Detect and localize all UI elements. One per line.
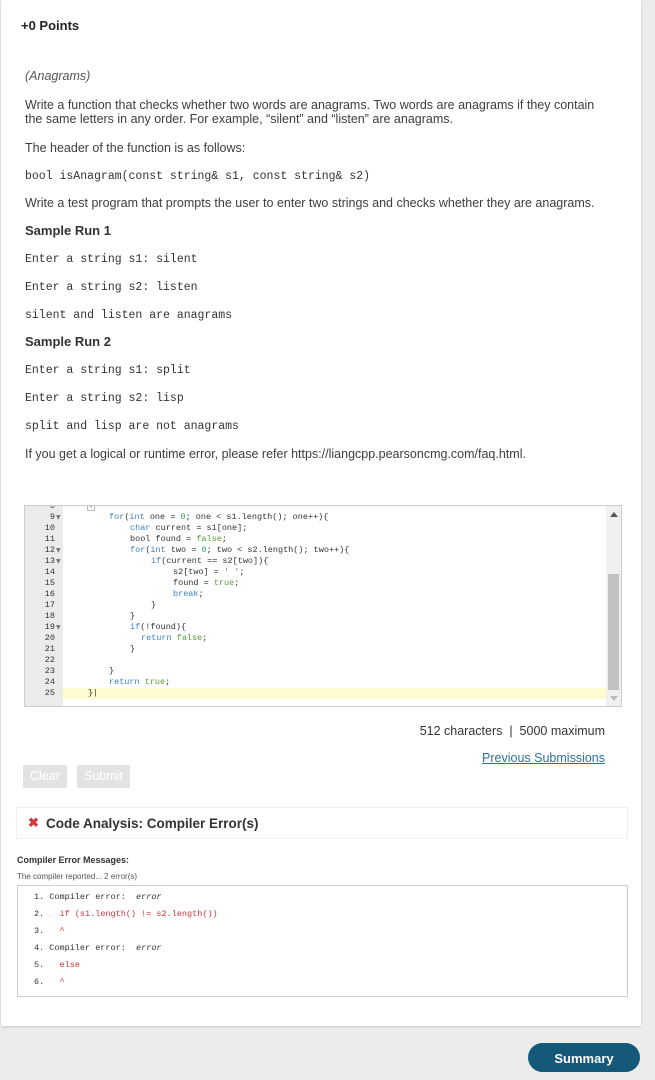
- code-analysis-title: Code Analysis: Compiler Error(s): [46, 816, 259, 831]
- previous-submissions-link[interactable]: Previous Submissions: [482, 751, 605, 765]
- code-line: }: [130, 611, 136, 621]
- char-count-separator: |: [509, 724, 513, 738]
- code-line: return false;: [141, 633, 208, 643]
- code-analysis-banner: ✖ Code Analysis: Compiler Error(s): [17, 808, 627, 838]
- error-line: 3. ^: [34, 926, 65, 936]
- question-card: +0 Points (Anagrams) Write a function th…: [1, 0, 641, 1026]
- code-line: }: [151, 600, 157, 610]
- error-line: 5. else: [34, 960, 80, 970]
- problem-description-line2: the same letters in any order. For examp…: [25, 112, 453, 126]
- code-line: if(!found){: [130, 622, 187, 632]
- header-intro: The header of the function is as follows…: [25, 141, 246, 155]
- code-line: }: [130, 644, 136, 654]
- code-line: s2[two] = ' ';: [173, 567, 245, 577]
- line-number: 13: [44, 556, 55, 566]
- scroll-down-icon[interactable]: [610, 696, 618, 701]
- char-count-value: 512 characters: [419, 724, 503, 738]
- fold-arrow-icon[interactable]: ▼: [56, 556, 61, 567]
- code-line: }: [109, 666, 115, 676]
- error-line: 1. Compiler error: error: [34, 892, 162, 902]
- function-signature: bool isAnagram(const string& s1, const s…: [25, 170, 371, 183]
- submit-button[interactable]: Submit: [77, 765, 130, 788]
- code-line: for(int one = 0; one < s1.length(); one+…: [109, 512, 329, 522]
- line-number: 9: [49, 512, 55, 522]
- character-count: 512 characters | 5000 maximum: [420, 724, 605, 738]
- code-line: return true;: [109, 677, 171, 687]
- sample-run-1-line: Enter a string s2: listen: [25, 281, 198, 294]
- code-line: break;: [173, 589, 204, 599]
- line-number: 11: [44, 534, 55, 544]
- points-label: +0 Points: [21, 18, 80, 33]
- sample-run-2-line: Enter a string s2: lisp: [25, 392, 184, 405]
- line-number: 16: [44, 589, 55, 599]
- compiler-report-summary: The compiler reported... 2 error(s): [17, 872, 138, 881]
- line-number: 17: [44, 600, 55, 610]
- code-line: }|: [88, 688, 99, 698]
- max-chars: 5000 maximum: [519, 724, 605, 738]
- code-line: bool found = false;: [130, 534, 227, 544]
- sample-run-2-title: Sample Run 2: [25, 334, 111, 349]
- sample-run-1-line: silent and listen are anagrams: [25, 309, 233, 322]
- line-number: 15: [44, 578, 55, 588]
- sample-run-1-line: Enter a string s1: silent: [25, 253, 198, 266]
- code-line: for(int two = 0; two < s2.length(); two+…: [130, 545, 350, 555]
- error-line: 4. Compiler error: error: [34, 943, 162, 953]
- compiler-error-output: 1. Compiler error: error 2. if (s1.lengt…: [17, 885, 628, 997]
- line-number: 22: [44, 655, 55, 665]
- line-number: 10: [44, 523, 55, 533]
- line-number: 12: [44, 545, 55, 555]
- error-line: 2. if (s1.length() != s2.length()): [34, 909, 218, 919]
- code-area[interactable]: ↕ for(int one = 0; one < s1.length(); on…: [63, 506, 606, 706]
- line-number: 21: [44, 644, 55, 654]
- clear-button[interactable]: Clear: [23, 765, 67, 788]
- editor-scrollbar[interactable]: [606, 506, 621, 706]
- line-number: 25: [44, 688, 55, 698]
- sample-run-2-line: split and lisp are not anagrams: [25, 420, 239, 433]
- line-number: 24: [44, 677, 55, 687]
- code-line: if(current == s2[two]){: [151, 556, 269, 566]
- line-number: 18: [44, 611, 55, 621]
- scroll-up-icon[interactable]: [610, 512, 618, 517]
- compiler-error-messages-label: Compiler Error Messages:: [17, 855, 130, 865]
- line-number: 8: [49, 505, 55, 511]
- fold-arrow-icon[interactable]: ▼: [56, 512, 61, 523]
- sample-run-2-line: Enter a string s1: split: [25, 364, 191, 377]
- problem-title: (Anagrams): [25, 69, 91, 83]
- error-note: If you get a logical or runtime error, p…: [25, 447, 526, 461]
- scrollbar-thumb[interactable]: [608, 574, 619, 690]
- fold-arrow-icon[interactable]: ▼: [56, 545, 61, 556]
- code-line: found = true;: [173, 578, 240, 588]
- sample-run-1-title: Sample Run 1: [25, 223, 111, 238]
- line-number: 19: [44, 622, 55, 632]
- line-number: 20: [44, 633, 55, 643]
- code-line: char current = s1[one];: [130, 523, 248, 533]
- close-icon: ✖: [28, 815, 39, 830]
- code-editor[interactable]: 8 9 10 11 12 13 14 15 16 17 18 19 20 21 …: [24, 505, 622, 707]
- fold-arrow-icon[interactable]: ▼: [56, 622, 61, 633]
- line-number: 23: [44, 666, 55, 676]
- line-number-gutter: 8 9 10 11 12 13 14 15 16 17 18 19 20 21 …: [25, 506, 63, 706]
- summary-button[interactable]: Summary: [528, 1043, 640, 1072]
- folded-code-marker[interactable]: ↕: [87, 506, 96, 511]
- test-description: Write a test program that prompts the us…: [25, 196, 595, 210]
- problem-description-line1: Write a function that checks whether two…: [25, 98, 595, 112]
- line-number: 14: [44, 567, 55, 577]
- error-line: 6. ^: [34, 977, 65, 987]
